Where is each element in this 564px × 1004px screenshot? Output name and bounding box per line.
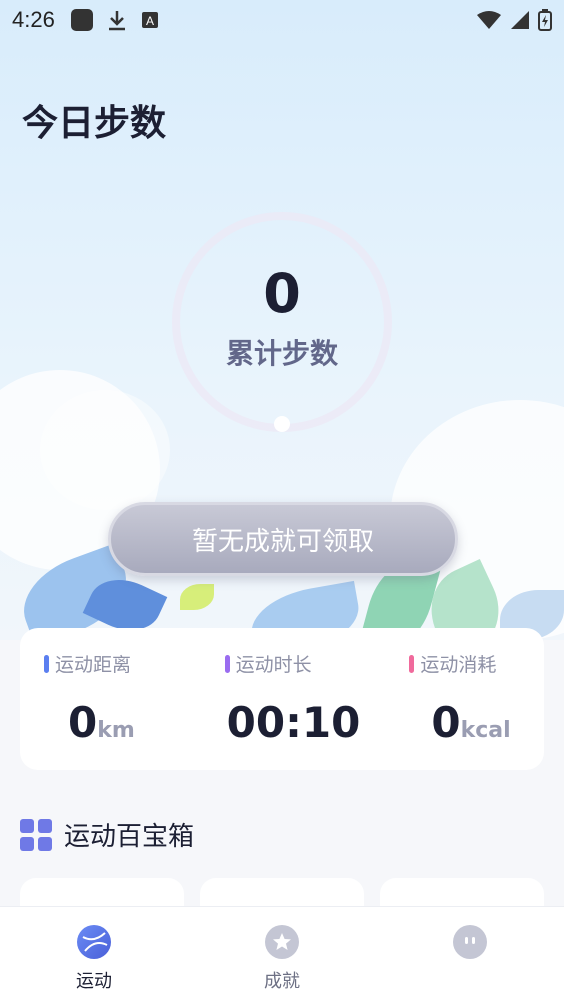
nav-label: 成就: [264, 971, 300, 992]
stat-duration: 运动时长 00:10: [195, 628, 370, 770]
progress-indicator-dot: [274, 416, 290, 432]
svg-text:A: A: [146, 14, 154, 28]
stat-label: 运动时长: [235, 654, 312, 676]
step-count-label: 累计步数: [225, 337, 338, 370]
cloud-decoration: [40, 390, 170, 510]
section-title: 运动百宝箱: [64, 822, 195, 852]
nav-item-profile[interactable]: [376, 907, 564, 1004]
leaf-decoration: [180, 584, 214, 610]
grid-icon: [20, 818, 52, 851]
distance-unit: km: [97, 718, 135, 743]
claim-achievement-button[interactable]: 暂无成就可领取: [108, 502, 458, 576]
download-icon: [108, 11, 125, 31]
bottom-navigation: 运动 成就: [0, 906, 564, 1004]
star-icon: [265, 925, 299, 959]
smiley-face-icon: [453, 925, 487, 959]
duration-marker-icon: [224, 654, 230, 673]
wifi-icon: [477, 11, 501, 29]
stat-distance: 运动距离 0 km: [20, 628, 195, 770]
exercise-stats-card: 运动距离 0 km 运动时长 00:10 运动消耗 0 kcal: [20, 628, 544, 770]
page-title: 今日步数: [22, 103, 167, 144]
calories-unit: kcal: [460, 718, 511, 743]
app-notification-icon: [70, 9, 93, 31]
nav-item-sport[interactable]: 运动: [0, 907, 188, 1004]
cellular-signal-icon: [511, 11, 529, 29]
duration-value: 00:10: [226, 698, 361, 747]
distance-marker-icon: [44, 654, 49, 673]
stat-label: 运动消耗: [420, 654, 497, 676]
calories-value: 0: [431, 698, 461, 747]
battery-charging-icon: [538, 9, 552, 31]
status-bar: 4:26 A: [0, 0, 564, 40]
translate-icon: A: [141, 12, 158, 28]
toolbox-section-header: 运动百宝箱: [20, 816, 194, 853]
nav-item-achievement[interactable]: 成就: [188, 907, 376, 1004]
sport-ball-icon: [77, 925, 111, 959]
step-count: 0: [263, 262, 301, 325]
stat-calories: 运动消耗 0 kcal: [369, 628, 544, 770]
calories-marker-icon: [409, 654, 415, 673]
stat-label: 运动距离: [55, 654, 132, 676]
status-time: 4:26: [12, 7, 55, 32]
distance-value: 0: [68, 698, 98, 747]
nav-label: 运动: [76, 971, 112, 992]
